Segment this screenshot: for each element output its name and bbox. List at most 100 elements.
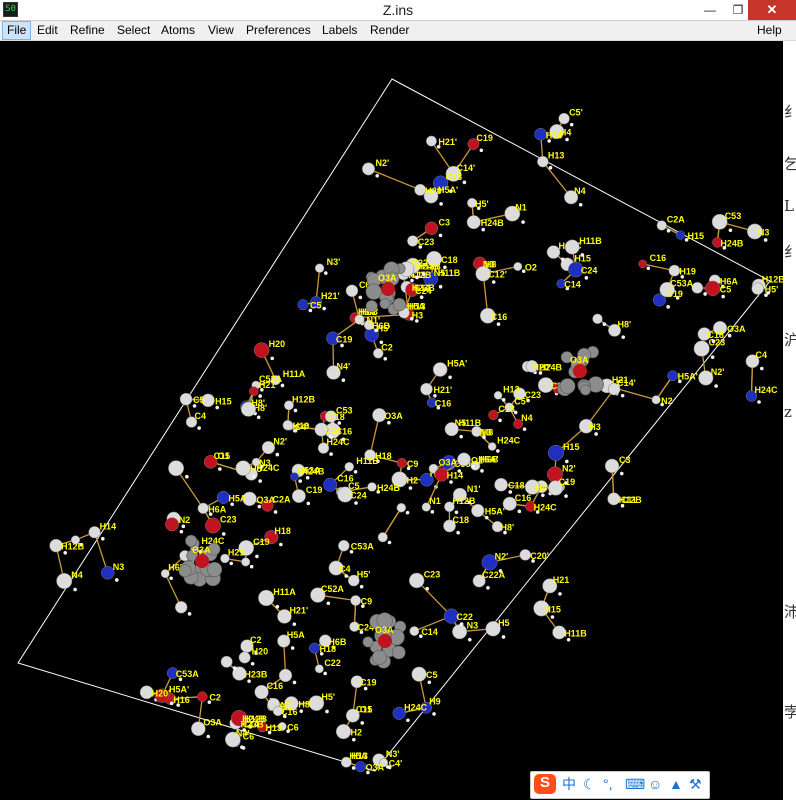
atom[interactable]	[691, 281, 704, 294]
atom-label: H19	[293, 421, 310, 431]
atom[interactable]	[558, 112, 570, 125]
hydrogen-atom	[359, 584, 364, 589]
hydrogen-atom	[352, 737, 356, 742]
atom[interactable]	[338, 539, 350, 552]
atom[interactable]	[291, 489, 306, 504]
atom[interactable]	[179, 392, 193, 406]
ime-toolbar[interactable]: S 中 ☾ °, ⌨ ☺ ▲ ⚒	[530, 771, 710, 799]
atom[interactable]	[241, 557, 251, 567]
hydrogen-atom	[448, 375, 452, 380]
atom[interactable]	[547, 444, 564, 461]
atom[interactable]	[667, 370, 679, 382]
atom[interactable]	[651, 395, 661, 405]
punctuation-icon[interactable]: °,	[603, 775, 613, 793]
menu-edit[interactable]: Edit	[33, 22, 62, 39]
atom[interactable]	[407, 235, 419, 247]
atom[interactable]	[466, 215, 481, 230]
atom[interactable]	[314, 664, 324, 674]
atom[interactable]	[253, 342, 270, 358]
chinese-mode-indicator[interactable]: 中	[562, 775, 576, 793]
user-icon[interactable]: ☺	[648, 775, 662, 793]
atom[interactable]	[235, 460, 251, 476]
atom[interactable]	[238, 651, 251, 664]
atom[interactable]	[537, 155, 549, 168]
atom[interactable]	[705, 280, 721, 297]
atom[interactable]	[424, 221, 439, 235]
atom[interactable]	[668, 264, 681, 277]
moon-icon[interactable]: ☾	[583, 775, 596, 793]
atom[interactable]	[693, 340, 710, 357]
atom[interactable]	[335, 723, 352, 740]
atom[interactable]	[564, 239, 580, 255]
menu-labels[interactable]: Labels	[318, 22, 361, 39]
atom[interactable]	[258, 589, 275, 607]
atom[interactable]	[345, 284, 359, 298]
atom-label: C5	[720, 284, 732, 294]
oxygen-atom	[378, 634, 392, 648]
molecule-canvas[interactable]: H6A'H12B H11BN3H13O2N1H14H15C16C13H21'C14…	[0, 41, 783, 800]
atom[interactable]	[452, 624, 468, 640]
atom[interactable]	[432, 362, 448, 377]
atom[interactable]	[197, 502, 209, 514]
atom[interactable]	[457, 452, 471, 467]
atom[interactable]	[411, 666, 427, 682]
atom[interactable]	[249, 386, 259, 396]
atom[interactable]	[675, 230, 686, 240]
atom[interactable]	[282, 419, 294, 431]
menu-help[interactable]: Help	[753, 22, 786, 39]
atom[interactable]	[408, 572, 425, 589]
atom[interactable]	[656, 220, 667, 231]
minimize-button[interactable]: —	[696, 0, 724, 20]
atom[interactable]	[278, 668, 293, 683]
atom[interactable]	[396, 503, 407, 513]
wrench-icon[interactable]: ⚒	[689, 775, 702, 793]
atom[interactable]	[377, 532, 388, 543]
menu-view[interactable]: View	[204, 22, 238, 39]
atom[interactable]	[367, 482, 377, 492]
hydrogen-atom	[594, 432, 598, 436]
atom-label: H12B	[61, 542, 85, 552]
atom[interactable]	[513, 262, 523, 272]
atom[interactable]	[604, 458, 620, 474]
atom[interactable]	[297, 299, 309, 311]
atom[interactable]	[355, 761, 367, 773]
atom[interactable]	[323, 477, 338, 492]
hydrogen-atom	[341, 378, 346, 383]
atom[interactable]	[494, 477, 508, 492]
atom[interactable]	[420, 382, 433, 396]
atom[interactable]	[309, 642, 320, 654]
atom[interactable]	[471, 503, 485, 518]
atom[interactable]	[409, 626, 420, 636]
atom[interactable]	[314, 263, 325, 273]
atom[interactable]	[354, 314, 365, 325]
atom[interactable]	[174, 601, 188, 614]
menu-file[interactable]: File	[2, 21, 32, 40]
atom[interactable]	[56, 573, 73, 590]
atom[interactable]	[165, 517, 179, 532]
atom[interactable]	[205, 517, 221, 534]
atom[interactable]	[519, 549, 532, 561]
atom[interactable]	[350, 595, 362, 606]
atom[interactable]	[361, 162, 375, 176]
shirt-icon[interactable]: ▲	[669, 775, 683, 793]
atom[interactable]	[344, 462, 355, 472]
atom[interactable]	[592, 313, 603, 324]
keyboard-icon[interactable]: ⌨	[625, 775, 645, 793]
atom[interactable]	[487, 442, 497, 451]
atom[interactable]	[168, 460, 185, 477]
menu-render[interactable]: Render	[366, 22, 413, 39]
atom[interactable]	[488, 409, 499, 421]
atom[interactable]	[197, 691, 208, 702]
atom-label: C2A	[667, 214, 686, 224]
menu-atoms[interactable]: Atoms	[157, 22, 199, 39]
close-button[interactable]: ✕	[748, 0, 796, 20]
atom[interactable]	[220, 655, 233, 668]
menu-select[interactable]: Select	[113, 22, 154, 39]
atom[interactable]	[493, 391, 503, 400]
atom[interactable]	[638, 259, 647, 269]
atom[interactable]	[396, 457, 407, 469]
structure-viewport[interactable]: H6A' H12B H11B N3 H13 O2 N1 H14 H15 C16 C13 H21' C14…	[0, 41, 783, 800]
atom[interactable]	[425, 135, 437, 147]
menu-refine[interactable]: Refine	[66, 22, 109, 39]
menu-preferences[interactable]: Preferences	[242, 22, 315, 39]
